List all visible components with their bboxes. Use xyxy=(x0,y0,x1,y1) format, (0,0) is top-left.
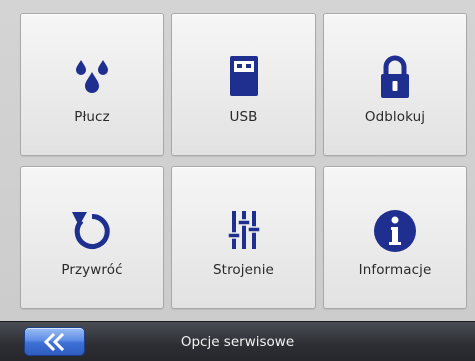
water-drops-icon xyxy=(68,54,116,102)
usb-label: USB xyxy=(229,109,258,125)
screen-title: Opcje serwisowe xyxy=(180,334,295,350)
bottom-bar: Opcje serwisowe xyxy=(0,321,475,361)
tuning-label: Strojenie xyxy=(213,262,274,278)
info-button[interactable]: Informacje xyxy=(323,166,467,309)
rinse-label: Płucz xyxy=(74,109,110,125)
unlock-label: Odblokuj xyxy=(364,109,426,125)
padlock-icon xyxy=(371,54,419,102)
restore-button[interactable]: Przywróć xyxy=(20,166,164,309)
info-label: Informacje xyxy=(358,262,432,278)
unlock-button[interactable]: Odblokuj xyxy=(323,13,467,156)
service-options-screen: Płucz USB Odblokuj Przywróć Strojenie In… xyxy=(0,0,475,361)
restore-label: Przywróć xyxy=(61,262,123,278)
sliders-icon xyxy=(220,207,268,255)
tuning-button[interactable]: Strojenie xyxy=(171,166,316,309)
info-icon xyxy=(371,207,419,255)
usb-drive-icon xyxy=(220,54,268,102)
rinse-button[interactable]: Płucz xyxy=(20,13,164,156)
restore-icon xyxy=(68,207,116,255)
usb-button[interactable]: USB xyxy=(171,13,316,156)
